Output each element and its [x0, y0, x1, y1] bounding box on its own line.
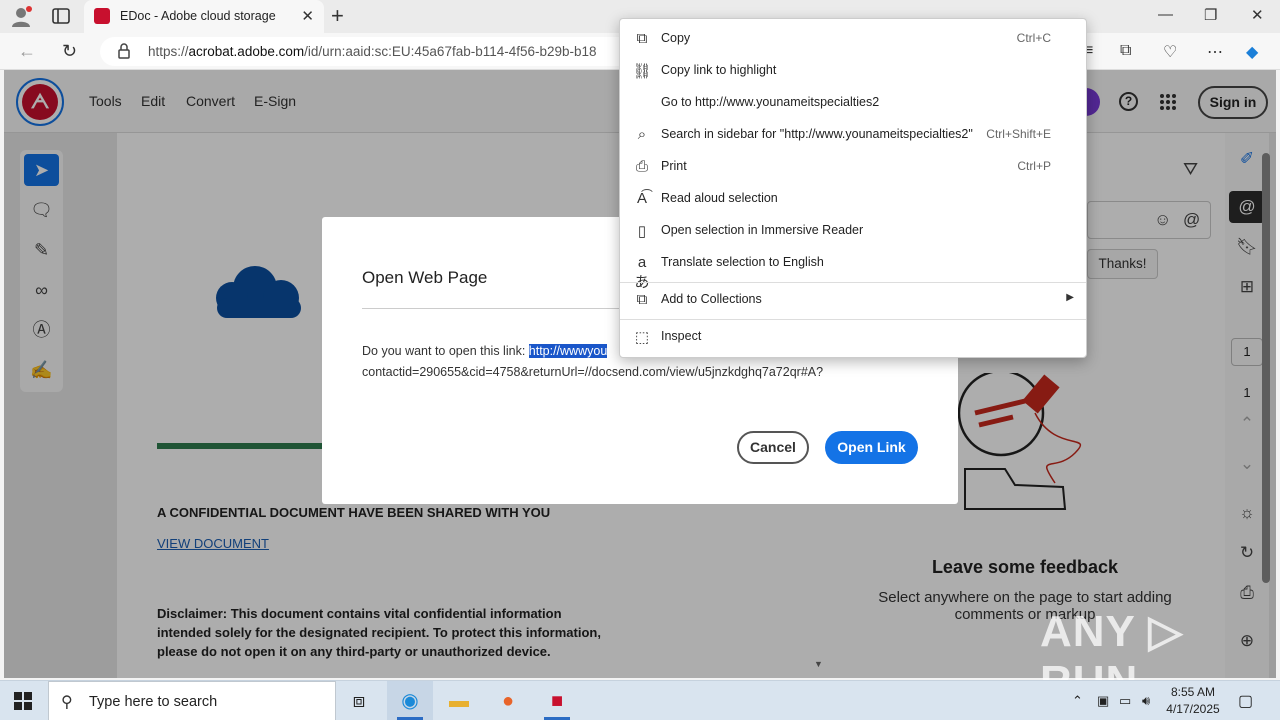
- firefox-icon[interactable]: ●: [485, 681, 531, 720]
- tab-close-icon[interactable]: ✕: [301, 7, 314, 25]
- read-aloud-icon: A͡: [636, 190, 647, 207]
- task-view-icon[interactable]: ⧈: [336, 681, 382, 720]
- maximize-button[interactable]: ❐: [1204, 6, 1217, 24]
- edge-taskbar-icon[interactable]: ◉: [387, 681, 433, 720]
- refresh-icon[interactable]: ↻: [62, 41, 77, 62]
- menu-item-go-to[interactable]: Go to http://www.younameitspecialties2: [620, 87, 1086, 119]
- immersive-reader-icon: ▯: [637, 223, 647, 240]
- notification-icon[interactable]: ▢: [1238, 691, 1253, 711]
- menu-item-immersive-reader[interactable]: ▯ Open selection in Immersive Reader: [620, 215, 1086, 247]
- lock-icon: [118, 43, 130, 59]
- collections-toolbar-icon[interactable]: ⧉: [1120, 42, 1131, 60]
- windows-taskbar: ⚲ Type here to search ⧈ ◉ ▬ ● ■ ⌃ ▣ ▭ 🔊︎…: [0, 680, 1280, 720]
- submenu-arrow-icon: ▶: [1066, 292, 1074, 303]
- menu-item-add-collections[interactable]: ⧉ Add to Collections ▶: [620, 284, 1086, 316]
- context-menu: ⧉ Copy Ctrl+C ⛓ Copy link to highlight G…: [619, 18, 1087, 358]
- print-icon: ⎙: [635, 158, 648, 175]
- menu-item-print[interactable]: ⎙ Print Ctrl+P: [620, 151, 1086, 183]
- new-tab-button[interactable]: +: [331, 3, 344, 29]
- volume-icon[interactable]: 🔊︎: [1142, 693, 1150, 709]
- taskbar-clock[interactable]: 8:55 AM 4/17/2025: [1162, 684, 1224, 718]
- url-text: https://acrobat.adobe.com/id/urn:aaid:sc…: [148, 44, 597, 59]
- cancel-button[interactable]: Cancel: [737, 431, 809, 464]
- browser-tab-active[interactable]: EDoc - Adobe cloud storage ✕: [84, 0, 324, 33]
- more-options-icon[interactable]: ⋯: [1207, 42, 1223, 62]
- acrobat-taskbar-icon[interactable]: ■: [534, 681, 580, 720]
- selected-link-text[interactable]: http://wwwyou: [528, 344, 608, 358]
- tray-overflow-icon[interactable]: ⌃: [1072, 693, 1083, 709]
- menu-separator: [620, 282, 1086, 283]
- menu-item-copy[interactable]: ⧉ Copy Ctrl+C: [620, 23, 1086, 55]
- minimize-button[interactable]: —: [1158, 6, 1173, 23]
- copy-icon: ⧉: [636, 30, 648, 47]
- search-icon: ⚲: [61, 694, 73, 711]
- menu-item-copy-link-highlight[interactable]: ⛓ Copy link to highlight: [620, 55, 1086, 87]
- back-icon[interactable]: ←: [18, 41, 36, 62]
- open-link-button[interactable]: Open Link: [825, 431, 918, 464]
- sidebar-search-icon: ⌕: [637, 126, 647, 143]
- menu-item-translate[interactable]: aあ Translate selection to English: [620, 247, 1086, 291]
- browser-essentials-icon[interactable]: ♡: [1163, 42, 1177, 62]
- windows-start-icon[interactable]: [14, 692, 32, 710]
- dialog-title: Open Web Page: [362, 268, 488, 287]
- inspect-icon: ⬚: [634, 329, 650, 346]
- menu-item-read-aloud[interactable]: A͡ Read aloud selection: [620, 183, 1086, 215]
- menu-item-inspect[interactable]: ⬚ Inspect: [620, 321, 1086, 353]
- file-explorer-icon[interactable]: ▬: [436, 681, 482, 720]
- adobe-favicon-icon: [94, 8, 110, 24]
- tab-title: EDoc - Adobe cloud storage: [120, 9, 276, 23]
- menu-item-search-sidebar[interactable]: ⌕ Search in sidebar for "http://www.youn…: [620, 119, 1086, 151]
- tray-device-icon[interactable]: ▣: [1097, 693, 1109, 709]
- network-icon[interactable]: ▭: [1119, 693, 1131, 709]
- profile-avatar-icon[interactable]: [10, 6, 32, 28]
- taskbar-search-input[interactable]: ⚲ Type here to search: [48, 681, 336, 720]
- menu-separator: [620, 319, 1086, 320]
- collections-icon: ⧉: [636, 291, 648, 308]
- close-window-button[interactable]: ✕: [1251, 6, 1264, 24]
- copilot-icon[interactable]: ◆: [1246, 42, 1258, 62]
- tab-actions-icon[interactable]: [52, 7, 70, 25]
- link-highlight-icon: ⛓: [632, 63, 652, 80]
- translate-icon: aあ: [634, 254, 650, 291]
